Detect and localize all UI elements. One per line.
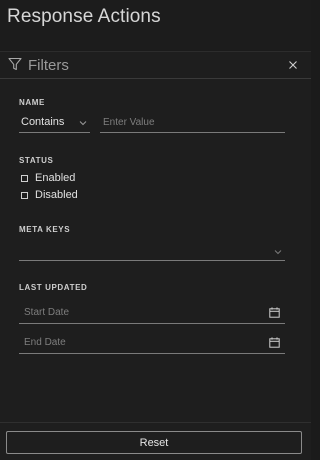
start-date-field bbox=[19, 302, 285, 324]
calendar-icon[interactable] bbox=[269, 337, 280, 348]
checkbox-icon bbox=[21, 175, 28, 182]
meta-keys-select[interactable] bbox=[19, 240, 285, 261]
meta-keys-label: META KEYS bbox=[19, 225, 71, 234]
start-date-input[interactable] bbox=[19, 302, 259, 323]
name-operator-value: Contains bbox=[21, 116, 65, 128]
name-value-input[interactable] bbox=[100, 113, 285, 133]
last-updated-label: LAST UPDATED bbox=[19, 283, 88, 292]
end-date-field bbox=[19, 332, 285, 354]
name-label: NAME bbox=[19, 98, 45, 107]
calendar-icon[interactable] bbox=[269, 307, 280, 318]
chevron-down-icon bbox=[79, 121, 87, 126]
filters-panel-header: Filters bbox=[0, 51, 311, 79]
page-header: Response Actions bbox=[0, 0, 311, 50]
close-icon[interactable] bbox=[288, 60, 298, 70]
filters-panel: Filters NAME Contains STATUS Enabled Dis… bbox=[0, 51, 311, 460]
name-operator-select[interactable]: Contains bbox=[19, 113, 90, 133]
filters-title: Filters bbox=[28, 57, 69, 74]
page-title: Response Actions bbox=[7, 6, 161, 27]
status-label: STATUS bbox=[19, 156, 54, 165]
status-disabled-label: Disabled bbox=[35, 189, 78, 201]
filter-icon bbox=[8, 57, 22, 71]
end-date-input[interactable] bbox=[19, 332, 259, 353]
checkbox-icon bbox=[21, 192, 28, 199]
reset-button[interactable]: Reset bbox=[6, 431, 302, 454]
chevron-down-icon bbox=[274, 250, 282, 255]
footer-divider bbox=[0, 422, 311, 423]
status-enabled-label: Enabled bbox=[35, 172, 76, 184]
